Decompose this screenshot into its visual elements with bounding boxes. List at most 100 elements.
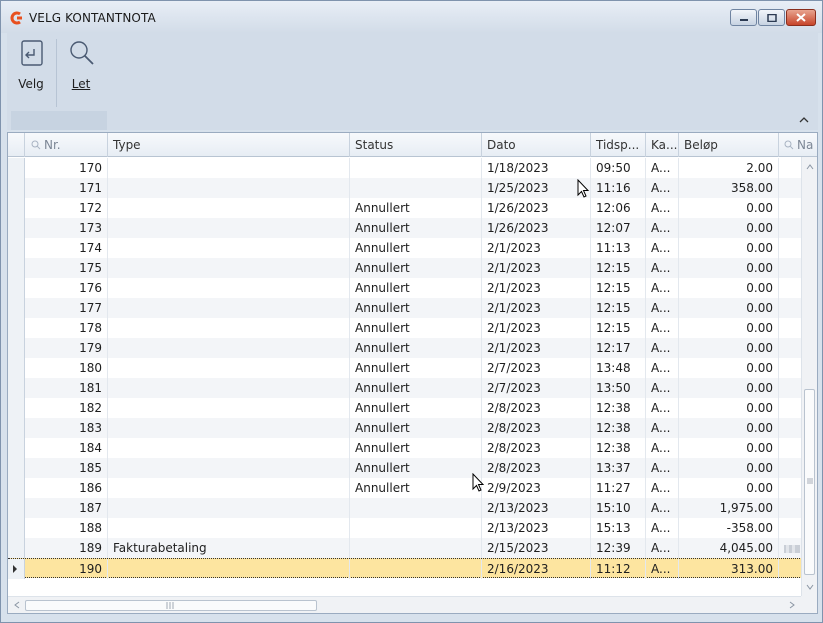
- table-row[interactable]: 186 Annullert 2/9/2023 11:27 A... 0.00: [8, 478, 802, 498]
- vertical-scrollbar[interactable]: [801, 157, 817, 597]
- minimize-button[interactable]: [730, 9, 757, 26]
- cell-tidspunkt: 12:38: [591, 438, 646, 458]
- row-indicator[interactable]: [8, 478, 25, 498]
- cell-kasse: A...: [646, 238, 679, 258]
- scroll-left-icon[interactable]: [13, 601, 21, 609]
- cell-nr: 173: [25, 218, 108, 238]
- column-type-header[interactable]: Type: [108, 133, 350, 157]
- column-dato-header[interactable]: Dato: [482, 133, 591, 157]
- table-row[interactable]: 180 Annullert 2/7/2023 13:48 A... 0.00: [8, 358, 802, 378]
- cell-tidspunkt: 13:37: [591, 458, 646, 478]
- ribbon: Velg Let: [7, 33, 818, 130]
- cell-nr: 171: [25, 178, 108, 198]
- table-row[interactable]: 188 2/13/2023 15:13 A... -358.00: [8, 518, 802, 538]
- table-row[interactable]: 189 Fakturabetaling 2/15/2023 12:39 A... 4,04…: [8, 538, 802, 558]
- table-row[interactable]: 175 Annullert 2/1/2023 12:15 A... 0.00: [8, 258, 802, 278]
- row-indicator[interactable]: [8, 378, 25, 398]
- let-label: Let: [71, 77, 91, 91]
- row-indicator[interactable]: [8, 198, 25, 218]
- horizontal-scrollbar[interactable]: [8, 596, 801, 613]
- table-row[interactable]: 170 1/18/2023 09:50 A... 2.00: [8, 158, 802, 178]
- row-indicator[interactable]: [8, 418, 25, 438]
- table-row[interactable]: 179 Annullert 2/1/2023 12:17 A... 0.00: [8, 338, 802, 358]
- column-status-header[interactable]: Status: [350, 133, 482, 157]
- column-tidspunkt-header[interactable]: Tidsp...: [591, 133, 646, 157]
- table-row[interactable]: 181 Annullert 2/7/2023 13:50 A... 0.00: [8, 378, 802, 398]
- cell-nr: 174: [25, 238, 108, 258]
- maximize-button[interactable]: [758, 9, 785, 26]
- row-indicator[interactable]: [8, 278, 25, 298]
- collapse-ribbon-icon[interactable]: [798, 115, 810, 125]
- cell-type: Fakturabetaling: [108, 538, 350, 558]
- table-row[interactable]: 185 Annullert 2/8/2023 13:37 A... 0.00: [8, 458, 802, 478]
- ribbon-separator: [56, 39, 57, 107]
- row-indicator[interactable]: [8, 398, 25, 418]
- title-bar[interactable]: VELG KONTANTNOTA: [1, 1, 822, 33]
- cell-kasse: A...: [646, 158, 679, 178]
- column-belop-header[interactable]: Beløp: [679, 133, 779, 157]
- cell-nr: 176: [25, 278, 108, 298]
- table-row[interactable]: 173 Annullert 1/26/2023 12:07 A... 0.00: [8, 218, 802, 238]
- grip-icon: [807, 478, 813, 484]
- column-navn-header[interactable]: Na: [779, 133, 817, 157]
- let-button[interactable]: Let: [59, 35, 103, 109]
- row-indicator[interactable]: [8, 178, 25, 198]
- cell-dato: 2/9/2023: [482, 478, 591, 498]
- cell-type: [108, 358, 350, 378]
- row-indicator[interactable]: [8, 298, 25, 318]
- table-row[interactable]: 172 Annullert 1/26/2023 12:06 A... 0.00: [8, 198, 802, 218]
- row-indicator[interactable]: [8, 498, 25, 518]
- cell-type: [108, 198, 350, 218]
- column-kasse-header[interactable]: Ka...: [646, 133, 679, 157]
- cell-type: [108, 518, 350, 538]
- table-row[interactable]: 177 Annullert 2/1/2023 12:15 A... 0.00: [8, 298, 802, 318]
- vertical-scroll-thumb[interactable]: [804, 389, 815, 575]
- table-row[interactable]: 171 1/25/2023 11:16 A... 358.00: [8, 178, 802, 198]
- cell-dato: 1/26/2023: [482, 218, 591, 238]
- cell-belop: 0.00: [679, 418, 779, 438]
- row-indicator[interactable]: [8, 218, 25, 238]
- ribbon-group-actions: Velg Let: [9, 33, 107, 130]
- cell-status: Annullert: [350, 218, 482, 238]
- cell-belop: 0.00: [679, 338, 779, 358]
- velg-button[interactable]: Velg: [9, 35, 53, 109]
- table-row[interactable]: 182 Annullert 2/8/2023 12:38 A... 0.00: [8, 398, 802, 418]
- row-indicator[interactable]: [8, 438, 25, 458]
- row-indicator[interactable]: [8, 538, 25, 558]
- table-row[interactable]: 187 2/13/2023 15:10 A... 1,975.00: [8, 498, 802, 518]
- cell-kasse: A...: [646, 338, 679, 358]
- cell-belop: 0.00: [679, 478, 779, 498]
- cell-type: [108, 298, 350, 318]
- scroll-up-icon[interactable]: [806, 163, 814, 171]
- row-indicator[interactable]: [8, 559, 25, 579]
- row-indicator[interactable]: [8, 318, 25, 338]
- row-indicator[interactable]: [8, 518, 25, 538]
- cell-tidspunkt: 13:50: [591, 378, 646, 398]
- table-row[interactable]: 183 Annullert 2/8/2023 12:38 A... 0.00: [8, 418, 802, 438]
- row-indicator[interactable]: [8, 238, 25, 258]
- row-indicator[interactable]: [8, 338, 25, 358]
- horizontal-scroll-thumb[interactable]: [25, 600, 317, 611]
- cell-nr: 170: [25, 158, 108, 178]
- table-row[interactable]: 178 Annullert 2/1/2023 12:15 A... 0.00: [8, 318, 802, 338]
- row-indicator[interactable]: [8, 358, 25, 378]
- table-row[interactable]: 174 Annullert 2/1/2023 11:13 A... 0.00: [8, 238, 802, 258]
- cell-tidspunkt: 11:13: [591, 238, 646, 258]
- cell-belop: 0.00: [679, 378, 779, 398]
- scrollbar-corner: [801, 596, 817, 613]
- row-indicator[interactable]: [8, 258, 25, 278]
- column-nr-header[interactable]: Nr.: [25, 133, 108, 157]
- cell-belop: -358.00: [679, 518, 779, 538]
- row-indicator[interactable]: [8, 158, 25, 178]
- row-indicator[interactable]: [8, 458, 25, 478]
- table-row[interactable]: 190 2/16/2023 11:12 A... 313.00: [8, 558, 802, 579]
- cell-tidspunkt: 12:15: [591, 318, 646, 338]
- scroll-right-icon[interactable]: [788, 601, 796, 609]
- close-button[interactable]: [786, 9, 816, 26]
- cell-type: [108, 478, 350, 498]
- scroll-down-icon[interactable]: [806, 583, 814, 591]
- cell-type: [108, 318, 350, 338]
- table-row[interactable]: 184 Annullert 2/8/2023 12:38 A... 0.00: [8, 438, 802, 458]
- table-row[interactable]: 176 Annullert 2/1/2023 12:15 A... 0.00: [8, 278, 802, 298]
- cell-tidspunkt: 11:16: [591, 178, 646, 198]
